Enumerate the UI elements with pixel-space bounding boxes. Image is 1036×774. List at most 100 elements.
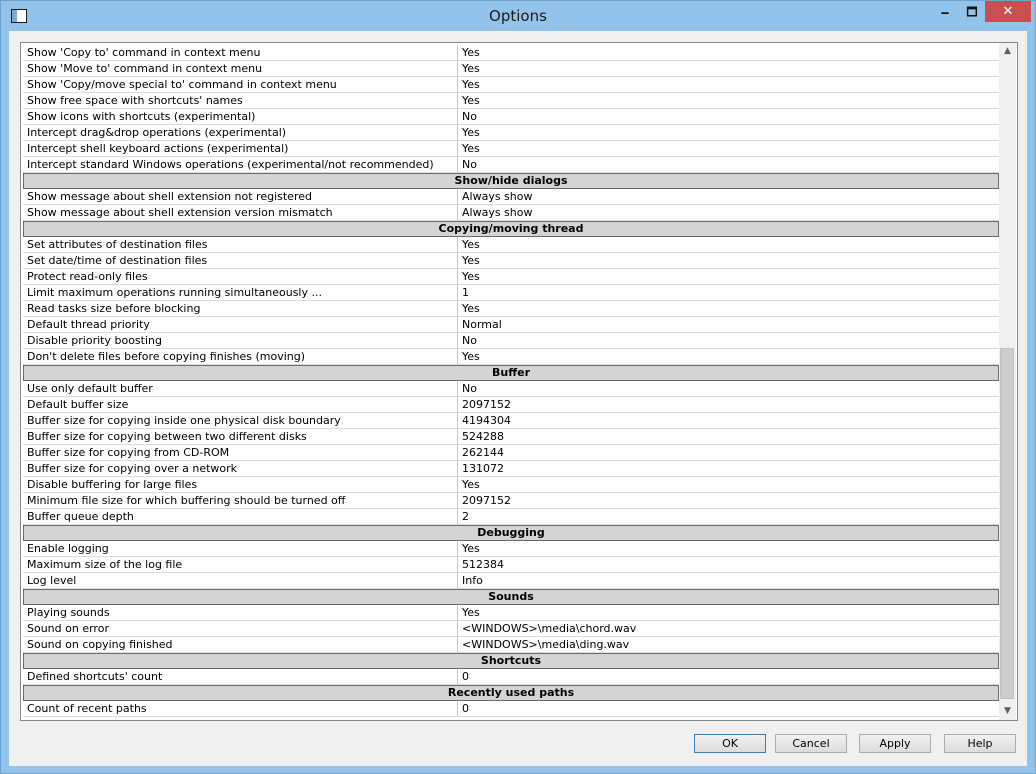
ok-button[interactable]: OK: [694, 734, 766, 753]
option-row[interactable]: Defined shortcuts' count 0: [23, 669, 999, 685]
option-value[interactable]: 512384: [458, 557, 999, 573]
option-value[interactable]: Info: [458, 573, 999, 589]
option-row[interactable]: Buffer size for copying over a network 13…: [23, 461, 999, 477]
section-header: Buffer: [23, 365, 999, 381]
option-value[interactable]: No: [458, 109, 999, 125]
option-value[interactable]: <WINDOWS>\media\chord.wav: [458, 621, 999, 637]
scroll-up-icon[interactable]: ▲: [999, 43, 1016, 60]
option-value[interactable]: <WINDOWS>\media\ding.wav: [458, 637, 999, 653]
option-row[interactable]: Log level Info: [23, 573, 999, 589]
option-value[interactable]: Yes: [458, 301, 999, 317]
option-row[interactable]: Protect read-only files Yes: [23, 269, 999, 285]
option-row[interactable]: Show free space with shortcuts' names Yes: [23, 93, 999, 109]
cancel-button[interactable]: Cancel: [775, 734, 847, 753]
section-header: Show/hide dialogs: [23, 173, 999, 189]
option-value[interactable]: 2097152: [458, 493, 999, 509]
option-row[interactable]: Read tasks size before blocking Yes: [23, 301, 999, 317]
close-icon[interactable]: ✕: [985, 1, 1031, 22]
option-name: Protect read-only files: [23, 269, 458, 285]
option-value[interactable]: 131072: [458, 461, 999, 477]
scroll-down-icon[interactable]: ▼: [999, 703, 1016, 720]
option-row[interactable]: Set date/time of destination files Yes: [23, 253, 999, 269]
option-row[interactable]: Default thread priority Normal: [23, 317, 999, 333]
option-row[interactable]: Buffer size for copying between two diff…: [23, 429, 999, 445]
option-value[interactable]: Yes: [458, 605, 999, 621]
option-value[interactable]: Normal: [458, 317, 999, 333]
section-header: Sounds: [23, 589, 999, 605]
option-value[interactable]: Yes: [458, 349, 999, 365]
vertical-scrollbar[interactable]: ▲ ▼: [999, 43, 1016, 720]
option-row[interactable]: Disable buffering for large files Yes: [23, 477, 999, 493]
maximize-icon[interactable]: 🗖: [958, 1, 986, 22]
option-row[interactable]: Enable logging Yes: [23, 541, 999, 557]
option-row[interactable]: Buffer queue depth 2: [23, 509, 999, 525]
option-row[interactable]: Buffer size for copying inside one physi…: [23, 413, 999, 429]
option-row[interactable]: Disable priority boosting No: [23, 333, 999, 349]
option-value[interactable]: Yes: [458, 77, 999, 93]
option-value[interactable]: 1: [458, 285, 999, 301]
option-value[interactable]: Yes: [458, 141, 999, 157]
window-title: Options: [489, 7, 547, 25]
option-row[interactable]: Show 'Copy to' command in context menu Ye…: [23, 45, 999, 61]
option-value[interactable]: Always show: [458, 189, 999, 205]
options-grid: Show 'Copy to' command in context menu Ye…: [20, 42, 1018, 721]
option-value[interactable]: Yes: [458, 45, 999, 61]
option-row[interactable]: Default buffer size 2097152: [23, 397, 999, 413]
option-row[interactable]: Maximum size of the log file 512384: [23, 557, 999, 573]
option-row[interactable]: Don't delete files before copying finish…: [23, 349, 999, 365]
option-value[interactable]: 4194304: [458, 413, 999, 429]
option-row[interactable]: Minimum file size for which buffering sh…: [23, 493, 999, 509]
option-row[interactable]: Set attributes of destination files Yes: [23, 237, 999, 253]
option-name: Set attributes of destination files: [23, 237, 458, 253]
option-value[interactable]: 262144: [458, 445, 999, 461]
option-name: Defined shortcuts' count: [23, 669, 458, 685]
option-value[interactable]: Always show: [458, 205, 999, 221]
section-header: Recently used paths: [23, 685, 999, 701]
option-value[interactable]: Yes: [458, 541, 999, 557]
option-name: Buffer size for copying inside one physi…: [23, 413, 458, 429]
option-row[interactable]: Intercept drag&drop operations (experime…: [23, 125, 999, 141]
option-value[interactable]: Yes: [458, 237, 999, 253]
option-name: Show icons with shortcuts (experimental): [23, 109, 458, 125]
option-value[interactable]: Yes: [458, 93, 999, 109]
option-name: Show 'Copy/move special to' command in c…: [23, 77, 458, 93]
option-value[interactable]: No: [458, 157, 999, 173]
option-value[interactable]: 524288: [458, 429, 999, 445]
option-row[interactable]: Intercept shell keyboard actions (experi…: [23, 141, 999, 157]
option-value[interactable]: 0: [458, 701, 999, 717]
option-row[interactable]: Playing sounds Yes: [23, 605, 999, 621]
option-value[interactable]: Yes: [458, 61, 999, 77]
option-value[interactable]: No: [458, 381, 999, 397]
option-row[interactable]: Show 'Copy/move special to' command in c…: [23, 77, 999, 93]
option-value[interactable]: Yes: [458, 253, 999, 269]
option-row[interactable]: Show icons with shortcuts (experimental)…: [23, 109, 999, 125]
option-name: Disable buffering for large files: [23, 477, 458, 493]
minimize-icon[interactable]: 🗕: [931, 1, 959, 22]
option-row[interactable]: Use only default buffer No: [23, 381, 999, 397]
option-row[interactable]: Sound on copying finished <WINDOWS>\media…: [23, 637, 999, 653]
option-row[interactable]: Count of recent paths 0: [23, 701, 999, 717]
option-name: Show 'Move to' command in context menu: [23, 61, 458, 77]
option-row[interactable]: Sound on error <WINDOWS>\media\chord.wav: [23, 621, 999, 637]
option-row[interactable]: Buffer size for copying from CD-ROM 26214…: [23, 445, 999, 461]
option-name: Enable logging: [23, 541, 458, 557]
apply-button[interactable]: Apply: [859, 734, 931, 753]
option-row[interactable]: Intercept standard Windows operations (e…: [23, 157, 999, 173]
option-name: Buffer size for copying over a network: [23, 461, 458, 477]
option-row[interactable]: Show message about shell extension not r…: [23, 189, 999, 205]
title-bar[interactable]: Options 🗕 🗖 ✕: [1, 1, 1035, 31]
option-value[interactable]: Yes: [458, 125, 999, 141]
option-value[interactable]: 2097152: [458, 397, 999, 413]
option-row[interactable]: Limit maximum operations running simulta…: [23, 285, 999, 301]
option-value[interactable]: 0: [458, 669, 999, 685]
option-value[interactable]: 2: [458, 509, 999, 525]
option-value[interactable]: Yes: [458, 477, 999, 493]
help-button[interactable]: Help: [944, 734, 1016, 753]
option-row[interactable]: Show 'Move to' command in context menu Ye…: [23, 61, 999, 77]
option-value[interactable]: Yes: [458, 269, 999, 285]
option-name: Show free space with shortcuts' names: [23, 93, 458, 109]
option-row[interactable]: Show message about shell extension versi…: [23, 205, 999, 221]
option-value[interactable]: No: [458, 333, 999, 349]
scroll-thumb[interactable]: [1000, 348, 1014, 699]
option-name: Intercept shell keyboard actions (experi…: [23, 141, 458, 157]
